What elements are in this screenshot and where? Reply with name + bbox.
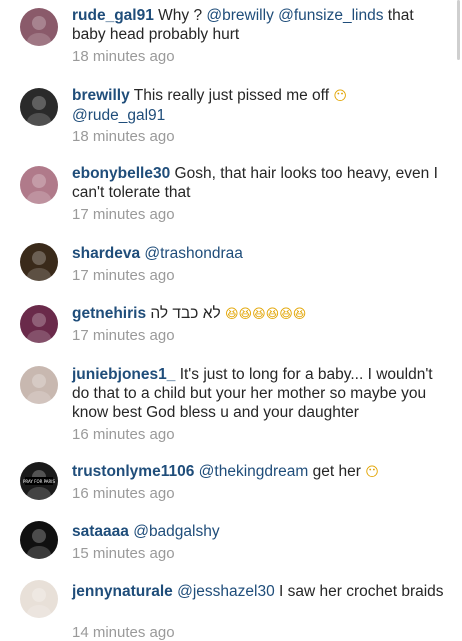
comment-timestamp: 16 minutes ago (72, 426, 175, 443)
avatar[interactable] (20, 8, 58, 46)
comment-username[interactable]: juniebjones1_ (72, 366, 175, 383)
mention-link[interactable]: @thekingdream (199, 463, 309, 480)
comment-text: ebonybelle30 Gosh, that hair looks too h… (72, 164, 444, 202)
avatar[interactable] (20, 305, 58, 343)
avatar[interactable] (20, 366, 58, 404)
comment-text: jennynaturale @jesshazel30 I saw her cro… (72, 582, 444, 601)
emoji: 😆😆😆😆😆😆 (224, 307, 307, 322)
comment-username[interactable]: shardeva (72, 245, 140, 262)
avatar[interactable] (20, 521, 58, 559)
mention-link[interactable]: @rude_gal91 (72, 107, 165, 124)
comment-username[interactable]: jennynaturale (72, 583, 173, 600)
mention-link[interactable]: @badgalshy (133, 523, 219, 540)
comment-body-text: Why ? (158, 7, 207, 24)
avatar[interactable]: PRAY FOR PARIS (20, 462, 58, 500)
comment-text: trustonlyme1106 @thekingdream get her 😶 (72, 462, 444, 482)
scrollbar[interactable] (457, 0, 460, 60)
comment-text: getnehiris לא כבד לה 😆😆😆😆😆😆 (72, 304, 444, 324)
avatar[interactable] (20, 88, 58, 126)
svg-text:PRAY FOR PARIS: PRAY FOR PARIS (23, 479, 56, 484)
comment-timestamp: 17 minutes ago (72, 327, 175, 344)
mention-link[interactable]: @funsize_linds (278, 7, 383, 24)
mention-link[interactable]: @brewilly (206, 7, 273, 24)
avatar[interactable] (20, 580, 58, 618)
comment-text: brewilly This really just pissed me off … (72, 86, 444, 125)
comment-text: sataaaa @badgalshy (72, 522, 444, 541)
avatar[interactable] (20, 166, 58, 204)
comment-body-text: I saw her crochet braids (274, 583, 444, 600)
comment-body-text: get her (308, 463, 366, 480)
mention-link[interactable]: @jesshazel30 (177, 583, 275, 600)
comment-username[interactable]: sataaaa (72, 523, 129, 540)
comment-body-text: This really just pissed me off (133, 87, 334, 104)
comment-text: juniebjones1_ It's just to long for a ba… (72, 365, 444, 422)
comment-timestamp: 16 minutes ago (72, 485, 175, 502)
mention-link[interactable]: @trashondraa (144, 245, 242, 262)
comment-text: shardeva @trashondraa (72, 244, 444, 263)
comment-timestamp: 17 minutes ago (72, 206, 175, 223)
avatar[interactable] (20, 243, 58, 281)
comment-username[interactable]: brewilly (72, 87, 130, 104)
comment-timestamp: 14 minutes ago (72, 624, 175, 641)
comment-text: rude_gal91 Why ? @brewilly @funsize_lind… (72, 6, 444, 44)
comment-body-text: לא כבד לה (150, 305, 225, 322)
comment-timestamp: 15 minutes ago (72, 545, 175, 562)
emoji: 😶 (365, 465, 379, 480)
emoji: 😶 (333, 89, 347, 104)
comment-username[interactable]: rude_gal91 (72, 7, 154, 24)
comment-timestamp: 18 minutes ago (72, 48, 175, 65)
comment-username[interactable]: getnehiris (72, 305, 146, 322)
comment-username[interactable]: trustonlyme1106 (72, 463, 194, 480)
comment-timestamp: 17 minutes ago (72, 267, 175, 284)
comment-username[interactable]: ebonybelle30 (72, 165, 170, 182)
comment-timestamp: 18 minutes ago (72, 128, 175, 145)
